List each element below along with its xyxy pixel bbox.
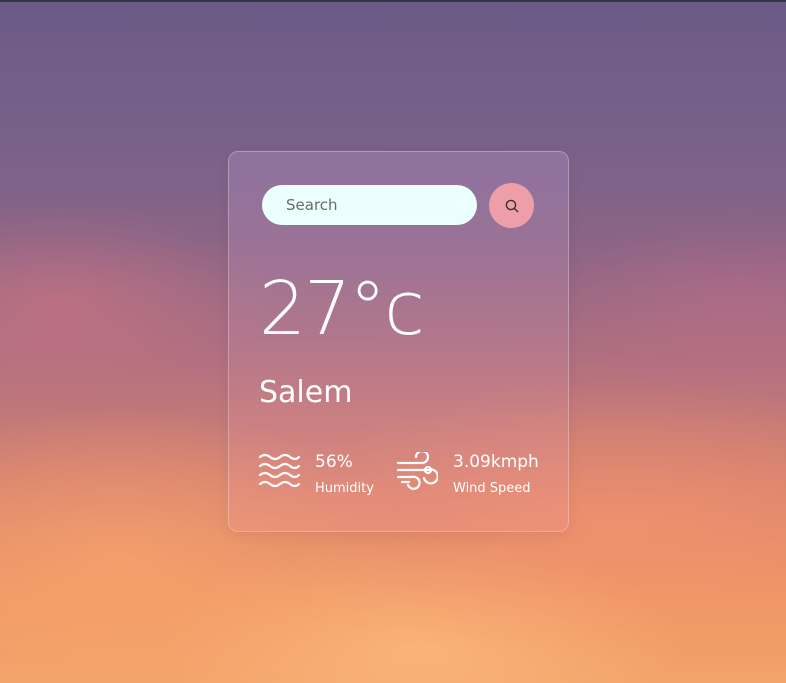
wind-stat: 3.09kmph Wind Speed <box>396 452 539 495</box>
wind-speed-value: 3.09kmph <box>453 452 539 472</box>
search-input[interactable] <box>262 185 477 225</box>
search-icon <box>505 199 518 212</box>
temperature-unit: °c <box>349 266 425 352</box>
city-name: Salem <box>259 375 353 410</box>
humidity-stat: 56% Humidity <box>258 452 374 495</box>
window-top-border <box>0 0 786 2</box>
search-button[interactable] <box>489 183 534 228</box>
water-waves-icon <box>258 453 300 488</box>
temperature-display: 27°c <box>259 272 425 346</box>
humidity-label: Humidity <box>315 481 374 496</box>
weather-card: 27°c Salem 56% Humidity <box>228 151 569 532</box>
humidity-value: 56% <box>315 452 353 472</box>
wind-icon <box>396 452 438 490</box>
temperature-value: 27 <box>259 266 351 352</box>
wind-speed-label: Wind Speed <box>453 481 531 496</box>
